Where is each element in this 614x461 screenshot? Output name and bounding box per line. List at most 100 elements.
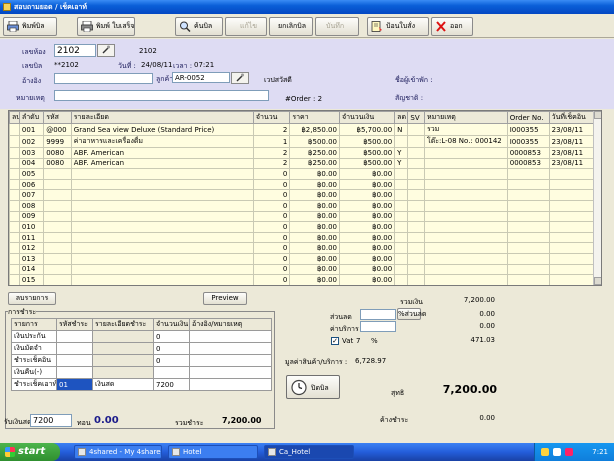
grid-cell[interactable]: N	[394, 123, 409, 136]
grid-cell[interactable]: ฿0.00	[338, 199, 396, 212]
grid-cell[interactable]	[423, 168, 508, 180]
table-row[interactable]: 015 0 ฿0.00 ฿0.00	[9, 274, 596, 285]
grid-cell[interactable]: 0	[252, 231, 291, 244]
grid-column-header[interactable]: ลด	[394, 111, 409, 124]
grid-cell[interactable]: Y	[394, 157, 409, 170]
grid-cell[interactable]	[407, 274, 425, 285]
grid-cell[interactable]: ฿2,850.00	[289, 123, 340, 136]
grid-cell[interactable]	[43, 242, 72, 254]
payment-cell[interactable]: เงินสด	[92, 378, 154, 391]
grid-cell[interactable]	[506, 231, 550, 244]
grid-cell[interactable]	[506, 221, 550, 233]
grid-cell[interactable]: ฿500.00	[338, 157, 396, 170]
payment-cell[interactable]: 7200	[153, 378, 190, 391]
room-lookup-button[interactable]	[97, 44, 115, 57]
grid-cell[interactable]: ฿0.00	[338, 274, 396, 285]
grid-cell[interactable]: 0000853	[506, 157, 550, 170]
grid-cell[interactable]	[423, 263, 508, 276]
table-row[interactable]: 002 9999 ค่าอาหารและเครื่องดื่ม 1 ฿500.00 ฿50…	[9, 135, 596, 148]
table-row[interactable]: 008 0 ฿0.00 ฿0.00	[9, 199, 596, 212]
grid-cell[interactable]: ฿0.00	[338, 242, 396, 254]
grid-cell[interactable]	[9, 242, 20, 254]
grid-cell[interactable]	[43, 178, 72, 191]
grid-cell[interactable]: ฿0.00	[289, 178, 340, 191]
grid-cell[interactable]	[407, 263, 425, 276]
grid-cell[interactable]: 009	[18, 210, 45, 223]
grid-cell[interactable]: I000355	[506, 123, 550, 136]
grid-cell[interactable]: 005	[18, 168, 45, 180]
grid-cell[interactable]	[423, 210, 508, 223]
received-cash-input[interactable]: 7200	[30, 414, 72, 427]
grid-cell[interactable]	[423, 221, 508, 233]
grid-cell[interactable]	[9, 231, 20, 244]
reference-input[interactable]	[54, 73, 153, 84]
grid-cell[interactable]: ฿5,700.00	[338, 123, 396, 136]
grid-cell[interactable]: ฿0.00	[338, 231, 396, 244]
grid-cell[interactable]: 0080	[43, 147, 72, 159]
grid-cell[interactable]: ฿0.00	[289, 263, 340, 276]
grid-cell[interactable]: ABF. American	[70, 147, 254, 159]
payment-row[interactable]: ชำระเช็คอิน 0	[11, 354, 272, 367]
grid-cell[interactable]	[394, 263, 409, 276]
grid-cell[interactable]: ฿0.00	[289, 252, 340, 265]
table-row[interactable]: 004 0080 ABF. American 2 ฿250.00 ฿500.00 Y 0000…	[9, 157, 596, 170]
grid-cell[interactable]: ฿0.00	[338, 263, 396, 276]
grid-cell[interactable]: 013	[18, 252, 45, 265]
grid-cell[interactable]: ฿500.00	[338, 147, 396, 159]
room-input[interactable]: 2102	[54, 44, 96, 57]
grid-cell[interactable]: 1	[252, 135, 291, 148]
grid-cell[interactable]: ฿500.00	[289, 135, 340, 148]
cancel-bill-button[interactable]: ยกเลิกบิล	[269, 17, 313, 36]
grid-cell[interactable]	[407, 210, 425, 223]
grid-cell[interactable]	[407, 168, 425, 180]
grid-cell[interactable]: 002	[18, 135, 45, 148]
grid-cell[interactable]	[394, 252, 409, 265]
grid-cell[interactable]: ABF. American	[70, 157, 254, 170]
grid-cell[interactable]: 015	[18, 274, 45, 285]
grid-cell[interactable]: 008	[18, 199, 45, 212]
grid-cell[interactable]	[70, 199, 254, 212]
grid-cell[interactable]: 23/08/11	[548, 135, 596, 148]
grid-cell[interactable]	[407, 123, 425, 136]
grid-cell[interactable]: 23/08/11	[548, 157, 596, 170]
grid-cell[interactable]: 2	[252, 147, 291, 159]
grid-cell[interactable]: ฿0.00	[338, 178, 396, 191]
grid-cell[interactable]	[43, 263, 72, 276]
grid-cell[interactable]: 0	[252, 199, 291, 212]
grid-cell[interactable]	[70, 274, 254, 285]
taskbar-item-ca-hotel[interactable]: Ca_Hotel	[264, 445, 354, 459]
grid-cell[interactable]: ฿0.00	[289, 231, 340, 244]
grid-cell[interactable]: 23/08/11	[548, 147, 596, 159]
grid-cell[interactable]	[423, 231, 508, 244]
grid-cell[interactable]	[407, 199, 425, 212]
grid-column-header[interactable]: จำนวนเงิน	[338, 111, 396, 124]
grid-cell[interactable]	[394, 178, 409, 191]
grid-cell[interactable]: ฿0.00	[338, 252, 396, 265]
payment-cell[interactable]: 0	[153, 354, 190, 367]
table-row[interactable]: 009 0 ฿0.00 ฿0.00	[9, 210, 596, 223]
grid-cell[interactable]	[9, 157, 20, 170]
grid-cell[interactable]	[70, 210, 254, 223]
grid-cell[interactable]: ฿0.00	[289, 168, 340, 180]
taskbar-item-browser[interactable]: 4shared - My 4share...	[74, 445, 162, 459]
grid-cell[interactable]	[407, 147, 425, 159]
grid-cell[interactable]	[43, 221, 72, 233]
grid-cell[interactable]: 007	[18, 189, 45, 201]
table-row[interactable]: 007 0 ฿0.00 ฿0.00	[9, 189, 596, 201]
grid-cell[interactable]	[9, 274, 20, 285]
grid-cell[interactable]	[394, 199, 409, 212]
grid-cell[interactable]	[423, 199, 508, 212]
grid-cell[interactable]	[394, 242, 409, 254]
close-bill-button[interactable]: ปิดบิล	[286, 375, 340, 399]
grid-cell[interactable]: 010	[18, 221, 45, 233]
customer-input[interactable]: AR-0052	[172, 72, 230, 83]
payment-cell[interactable]: 0	[153, 330, 190, 343]
grid-cell[interactable]: 0	[252, 210, 291, 223]
grid-cell[interactable]	[407, 189, 425, 201]
grid-column-header[interactable]: ลำดับ	[18, 111, 45, 124]
grid-cell[interactable]	[548, 274, 596, 285]
tray-network-icon[interactable]	[541, 448, 549, 456]
grid-cell[interactable]: ฿0.00	[338, 189, 396, 201]
grid-cell[interactable]: ฿0.00	[289, 189, 340, 201]
grid-cell[interactable]: 0	[252, 168, 291, 180]
